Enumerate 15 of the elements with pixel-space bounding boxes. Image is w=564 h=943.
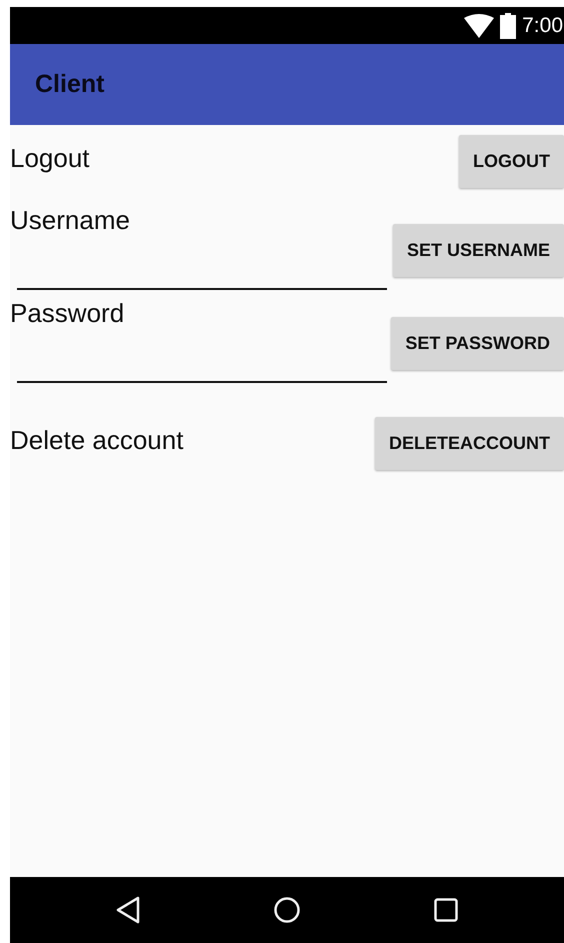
- clock-time: 7:00: [522, 14, 563, 38]
- back-icon[interactable]: [116, 896, 140, 924]
- field-label: Username: [10, 205, 131, 236]
- row-label: Delete account: [10, 425, 184, 456]
- action-button[interactable]: SET PASSWORD: [391, 317, 564, 370]
- wifi-icon: [464, 14, 494, 38]
- row-label: Logout: [10, 143, 90, 174]
- battery-icon: [500, 12, 516, 38]
- action-button[interactable]: LOGOUT: [459, 135, 564, 188]
- recents-icon[interactable]: [434, 898, 458, 922]
- field-label: Password: [10, 298, 126, 329]
- action-button[interactable]: SET USERNAME: [392, 224, 564, 277]
- action-button[interactable]: DELETEACCOUNT: [375, 417, 564, 470]
- app-title: Client: [35, 70, 104, 99]
- home-icon[interactable]: [272, 896, 301, 924]
